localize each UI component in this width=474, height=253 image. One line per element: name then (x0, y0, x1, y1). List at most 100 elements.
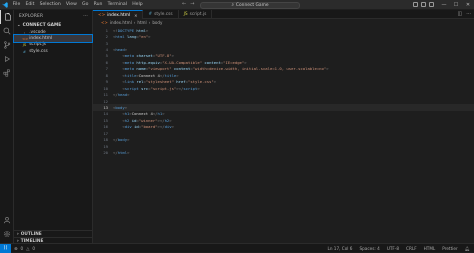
code-token: http-equiv (134, 59, 160, 65)
css-file-icon: # (148, 12, 153, 17)
line-text: <!DOCTYPE html> (113, 28, 148, 33)
indentation[interactable]: Spaces: 4 (359, 246, 379, 251)
tab-style-css[interactable]: # style.css (143, 10, 179, 19)
minimize-icon[interactable]: — (438, 0, 450, 10)
line-text: <link rel="stylesheet" href="style.css"> (113, 79, 216, 84)
error-icon[interactable]: ⊗ (14, 246, 18, 251)
encoding[interactable]: UTF-8 (387, 246, 399, 251)
code-token: > (171, 124, 174, 130)
language-mode[interactable]: HTML (424, 246, 436, 251)
source-control-icon[interactable] (0, 38, 14, 52)
forward-arrow-icon[interactable]: → (190, 1, 194, 7)
line-number: 9 (105, 79, 108, 85)
workspace-folder[interactable]: ⌄ CONNECT GAME (14, 22, 92, 29)
code-token: "stylesheet" (145, 79, 174, 85)
code-token: Connect 4 (138, 72, 160, 78)
search-icon[interactable] (0, 24, 14, 38)
tab-script-js[interactable]: JS script.js (179, 10, 213, 19)
warning-icon[interactable]: △ (26, 246, 29, 251)
code-editor[interactable]: 1 <!DOCTYPE html> 2 <html lang="en"> 3 4 <head… (93, 27, 474, 156)
css-file-icon: # (22, 48, 27, 54)
close-icon[interactable]: ✕ (462, 0, 474, 10)
line-number: 12 (103, 98, 108, 104)
code-token: > (124, 47, 128, 53)
command-center-label: Connect Game (235, 2, 269, 8)
notifications-bell-icon[interactable]: 🔔︎ (465, 246, 470, 252)
line-number: 7 (105, 66, 108, 72)
menu-edit[interactable]: Edit (23, 2, 37, 7)
more-actions-icon[interactable]: ··· (466, 11, 471, 17)
line-text: </head> (113, 92, 129, 97)
outline-section[interactable]: › OUTLINE (14, 230, 93, 237)
line-text: <meta http-equiv="X-UA-Compatible" conte… (113, 59, 246, 65)
cursor-position[interactable]: Ln 17, Col 6 (327, 246, 352, 251)
toggle-secondary-sidebar-icon[interactable] (429, 1, 434, 7)
code-token: "en" (138, 34, 149, 40)
line-ending[interactable]: CRLF (406, 246, 417, 251)
prettier-status[interactable]: Prettier (442, 246, 457, 251)
more-actions-icon[interactable]: ··· (83, 14, 88, 19)
tab-index-html[interactable]: <> index.html ✕ (93, 10, 144, 19)
run-debug-icon[interactable] (0, 52, 14, 66)
code-token: > (127, 137, 130, 143)
toggle-panel-icon[interactable] (421, 1, 426, 7)
vscode-logo-icon (0, 0, 10, 10)
file-item-style-css[interactable]: # style.css (14, 48, 92, 54)
menu-selection[interactable]: Selection (37, 2, 63, 7)
breadcrumb-item[interactable]: html (137, 20, 146, 25)
manage-gear-icon[interactable] (0, 227, 14, 241)
maximize-icon[interactable]: ☐ (450, 0, 462, 10)
code-token: href (173, 79, 186, 85)
close-tab-icon[interactable]: ✕ (134, 13, 137, 18)
extensions-icon[interactable] (0, 66, 14, 80)
code-token: > (176, 72, 179, 78)
breadcrumb-item[interactable]: body (152, 20, 162, 25)
menu-help[interactable]: Help (130, 2, 146, 7)
tab-label: style.css (154, 12, 173, 17)
menu-view[interactable]: View (63, 2, 79, 7)
line-number: 19 (103, 143, 108, 149)
activity-bar (0, 10, 14, 243)
code-token: title (164, 72, 177, 78)
command-center-search[interactable]: ⌕ Connect Game (200, 1, 300, 9)
line-number: 20 (103, 150, 108, 156)
line-number: 17 (103, 130, 108, 136)
menu-file[interactable]: File (10, 2, 23, 7)
status-bar: ⟩⟨ ⊗ 0 △ 0 Ln 17, Col 6 Spaces: 4 UTF-8 … (0, 243, 474, 253)
chevron-down-icon: ⌄ (17, 23, 21, 28)
menu-terminal[interactable]: Terminal (105, 2, 130, 7)
menu-go[interactable]: Go (79, 2, 91, 7)
code-token: > (162, 111, 165, 117)
chevron-right-icon: › (148, 20, 151, 25)
line-number: 13 (103, 104, 108, 110)
warning-count[interactable]: 0 (32, 246, 35, 251)
code-token: > (169, 117, 172, 123)
code-token: charset (134, 53, 153, 59)
account-icon[interactable] (0, 213, 14, 227)
error-count[interactable]: 0 (21, 246, 24, 251)
toggle-primary-sidebar-icon[interactable] (413, 1, 418, 7)
line-number: 6 (105, 59, 108, 65)
code-token: > (124, 104, 128, 110)
code-line[interactable]: 20 </html> (93, 149, 474, 155)
code-token: html (115, 34, 125, 40)
back-arrow-icon[interactable]: ← (182, 1, 186, 7)
remote-indicator-icon[interactable]: ⟩⟨ (0, 243, 11, 253)
split-editor-icon[interactable]: ◫ (457, 11, 462, 17)
line-number: 10 (103, 85, 108, 91)
breadcrumb-item[interactable]: index.html (110, 20, 132, 25)
html-file-icon: <> (101, 20, 108, 25)
explorer-header: EXPLORER ··· (14, 10, 92, 22)
menu-run[interactable]: Run (91, 2, 105, 7)
chevron-right-icon: › (17, 231, 19, 237)
js-file-icon: JS (22, 42, 27, 48)
tab-label: index.html (107, 12, 131, 18)
code-token: name (134, 66, 146, 72)
file-label: .vscode (29, 29, 46, 35)
explorer-icon[interactable] (0, 10, 14, 24)
chevron-right-icon: › (23, 29, 26, 35)
